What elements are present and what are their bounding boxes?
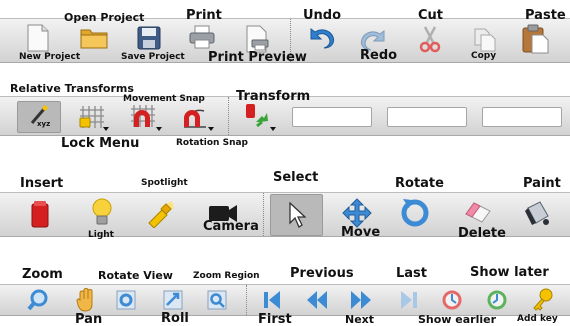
transform-label: Transform [236,89,311,104]
xyz-badge: xyz [37,120,51,128]
transform-icon[interactable] [243,102,271,130]
cursor-arrow-icon[interactable] [288,202,306,228]
scissors-icon[interactable] [419,25,441,53]
zoom-region-label: Zoom Region [193,271,260,281]
add-key-label: Add key [517,314,558,324]
show-earlier-label: Show earlier [418,313,497,326]
print-icon[interactable] [189,25,215,49]
chevron-down-icon[interactable] [156,127,162,131]
paste-icon[interactable] [522,24,550,54]
redo-label: Redo [360,48,398,63]
previous-label: Previous [290,266,354,281]
print-label: Print [186,8,222,23]
movement-snap-label: Movement Snap [123,94,205,104]
toolbar-separator [246,285,247,315]
rotate-icon[interactable] [400,197,430,227]
chevron-down-icon[interactable] [103,127,109,131]
zoom-region-icon[interactable] [207,290,227,310]
new-project-label: New Project [19,52,81,62]
cut-label: Cut [418,8,444,23]
paint-bucket-icon[interactable] [522,198,552,228]
print-preview-icon[interactable] [246,25,270,53]
key-icon[interactable] [532,288,554,312]
camera-label: Camera [203,219,259,234]
rotation-snap-label: Rotation Snap [176,138,249,148]
transform-x-field[interactable] [292,107,372,127]
transform-z-field[interactable] [482,107,562,127]
last-label: Last [396,266,428,281]
show-earlier-icon[interactable] [486,289,508,311]
lock-menu-label: Lock Menu [61,136,140,151]
first-label: First [258,312,292,326]
eraser-icon[interactable] [462,200,492,224]
first-icon[interactable] [261,289,283,311]
movement-snap-icon[interactable] [130,103,156,129]
select-label: Select [273,170,319,185]
light-label: Light [88,230,114,240]
print-preview-label: Print Preview [208,50,307,65]
open-project-icon[interactable] [80,27,108,49]
delete-label: Delete [458,226,506,241]
show-later-label: Show later [470,265,549,280]
insert-label: Insert [20,176,64,191]
roll-icon[interactable] [163,290,183,310]
next-label: Next [345,313,375,326]
next-icon[interactable] [349,289,373,311]
show-later-icon[interactable] [441,289,463,311]
insert-block-icon[interactable] [31,200,49,228]
paste-label: Paste [525,8,566,23]
move-arrows-icon[interactable] [342,198,372,228]
zoom-label: Zoom [22,267,63,282]
roll-label: Roll [161,311,189,326]
spotlight-icon[interactable] [146,198,176,228]
new-project-icon[interactable] [27,24,49,52]
transform-y-field[interactable] [387,107,467,127]
toolbar-separator [263,193,264,236]
save-project-label: Save Project [121,52,185,62]
copy-icon[interactable] [474,28,496,52]
hand-icon[interactable] [76,288,96,312]
save-project-icon[interactable] [137,26,161,50]
copy-label: Copy [471,51,497,61]
move-label: Move [341,225,381,240]
rotate-view-icon[interactable] [116,290,136,310]
pan-label: Pan [75,312,103,326]
rotate-label: Rotate [395,176,444,191]
spotlight-label: Spotlight [141,178,188,188]
rotate-view-label: Rotate View [98,269,173,282]
undo-icon[interactable] [307,26,335,50]
last-icon[interactable] [398,289,420,311]
light-bulb-icon[interactable] [91,198,113,228]
relative-transforms-label: Relative Transforms [10,82,134,95]
previous-icon[interactable] [305,289,329,311]
open-project-label: Open Project [64,11,145,24]
undo-label: Undo [303,8,342,23]
paint-label: Paint [523,176,561,191]
toolbar-separator [228,97,229,135]
chevron-down-icon[interactable] [208,127,214,131]
lock-menu-icon[interactable] [79,104,105,130]
chevron-down-icon[interactable] [270,127,276,131]
magnifier-icon[interactable] [26,289,48,311]
rotation-snap-icon[interactable] [180,103,208,129]
